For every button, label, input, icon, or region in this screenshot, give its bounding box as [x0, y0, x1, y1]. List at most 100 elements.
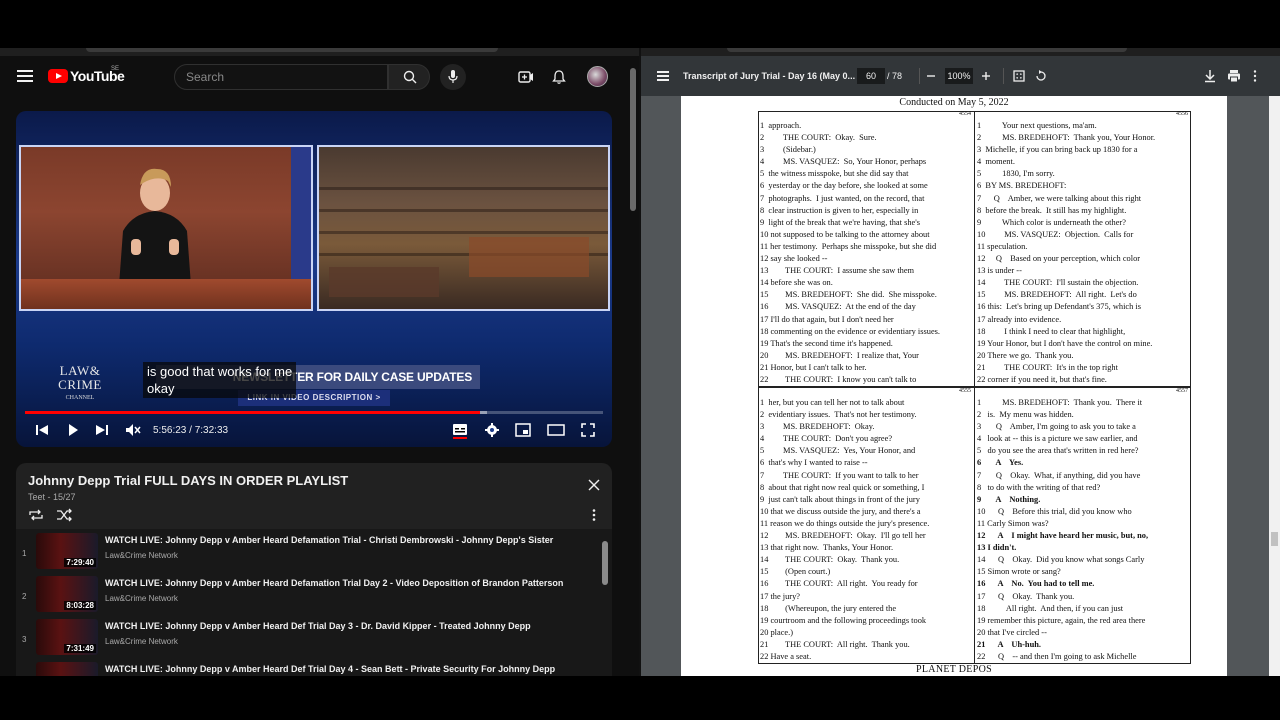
youtube-play-icon — [48, 69, 68, 83]
print-icon[interactable] — [1227, 69, 1241, 83]
transcript-line: 19 Your Honor, but I don't have the cont… — [977, 338, 1153, 348]
bell-icon[interactable] — [551, 69, 567, 85]
transcript-line: 6 that's why I wanted to raise -- — [760, 458, 868, 468]
create-icon[interactable] — [518, 69, 534, 85]
video-title[interactable]: WATCH LIVE: Johnny Depp v Amber Heard De… — [105, 664, 555, 674]
avatar[interactable] — [587, 66, 608, 87]
video-duration: 8:03:28 — [64, 601, 96, 610]
transcript-line: 6 yesterday or the day before, she looke… — [760, 181, 928, 191]
playlist-title[interactable]: Johnny Depp Trial FULL DAYS IN ORDER PLA… — [28, 473, 348, 488]
progress-bar[interactable] — [25, 411, 603, 414]
voice-search-button[interactable] — [440, 64, 466, 90]
more-options-icon[interactable] — [591, 508, 597, 522]
transcript-line: 14 before she was on. — [760, 278, 833, 288]
channel-name[interactable]: Law&Crime Network — [105, 637, 178, 646]
close-icon[interactable] — [588, 479, 600, 491]
left-window-tabstrip — [0, 48, 639, 56]
fit-page-icon[interactable] — [1012, 69, 1026, 83]
video-title[interactable]: WATCH LIVE: Johnny Depp v Amber Heard De… — [105, 621, 531, 631]
play-icon[interactable] — [65, 419, 81, 441]
transcript-line: 7 Q Amber, we were talking about this ri… — [977, 193, 1142, 203]
video-thumbnail[interactable]: 7:29:40 — [36, 533, 98, 569]
channel-name[interactable]: Law&Crime Network — [105, 594, 178, 603]
transcript-line: 21 THE COURT: All right. Thank you. — [760, 639, 910, 649]
mute-icon[interactable] — [125, 419, 141, 441]
transcript-line: 6 BY MS. BREDEHOFT: — [977, 181, 1067, 191]
transcript-line: 8 clear instruction is given to her, esp… — [760, 205, 919, 215]
page-total: / 78 — [887, 71, 903, 81]
playlist-subtitle[interactable]: Teet - 15/27 — [28, 492, 76, 502]
fullscreen-icon[interactable] — [581, 419, 595, 441]
shuffle-icon[interactable] — [56, 508, 72, 522]
transcript-line: 3 Q Amber, I'm going to ask you to take … — [977, 422, 1136, 432]
video-thumbnail[interactable] — [36, 662, 98, 676]
page-number-input[interactable]: 60 — [857, 68, 885, 84]
closed-caption: is good that works for me okay — [143, 362, 297, 398]
youtube-logo[interactable]: YouTube SE — [48, 66, 125, 84]
search-button[interactable] — [388, 64, 430, 90]
transcript-line: 11 her testimony. Perhaps she misspoke, … — [760, 241, 937, 251]
pdf-toolbar: Transcript of Jury Trial - Day 16 (May 0… — [641, 56, 1280, 96]
miniplayer-icon[interactable] — [515, 419, 531, 441]
transcript-page-4554: 4554 1 approach. 2 THE COURT: Okay. Sure. 3… — [758, 111, 974, 389]
transcript-line: 14 Q Okay. Did you know what songs Carly — [977, 555, 1145, 565]
menu-icon[interactable] — [657, 71, 669, 81]
playlist-item[interactable]: 1 7:29:40 WATCH LIVE: Johnny Depp v Ambe… — [16, 531, 602, 573]
transcript-line: 1 her, but you can tell her not to talk … — [760, 398, 905, 407]
zoom-in-icon[interactable] — [979, 69, 993, 83]
pdf-scrollbar[interactable] — [1269, 96, 1280, 676]
previous-icon[interactable] — [34, 419, 50, 441]
search-input[interactable]: Search — [174, 64, 388, 90]
settings-icon[interactable] — [484, 419, 500, 441]
video-thumbnail[interactable]: 8:03:28 — [36, 576, 98, 612]
rotate-icon[interactable] — [1034, 69, 1048, 83]
pdf-viewer-window: Transcript of Jury Trial - Day 16 (May 0… — [641, 56, 1280, 676]
transcript-line: 16 THE COURT: All right. You ready for — [760, 579, 918, 589]
transcript-line: 5 MS. VASQUEZ: Yes, Your Honor, and — [760, 446, 916, 456]
transcript-line: 22 Q -- and then I'm going to ask Michel… — [977, 651, 1137, 661]
youtube-header: YouTube SE Search — [0, 56, 628, 98]
playlist-item[interactable]: 3 7:31:49 WATCH LIVE: Johnny Depp v Ambe… — [16, 617, 602, 659]
transcript-line: 10 that we discuss outside the jury, and… — [760, 506, 921, 516]
transcript-line: 11 speculation. — [977, 241, 1028, 251]
transcript-line: 11 reason we do things outside the jury'… — [760, 518, 930, 528]
subtitles-icon[interactable] — [452, 419, 468, 441]
channel-name[interactable]: Law&Crime Network — [105, 551, 178, 560]
menu-icon[interactable] — [17, 70, 33, 82]
playlist-item[interactable]: 2 8:03:28 WATCH LIVE: Johnny Depp v Ambe… — [16, 574, 602, 616]
transcript-line: 15 MS. BREDEHOFT: All right. Let's do — [977, 290, 1137, 300]
playlist-item[interactable]: 4 WATCH LIVE: Johnny Depp v Amber Heard … — [16, 660, 602, 676]
transcript-line: 12 MS. BREDEHOFT: Okay. I'll go tell her — [760, 531, 926, 541]
playlist-items: 1 7:29:40 WATCH LIVE: Johnny Depp v Ambe… — [16, 529, 612, 676]
video-thumbnail[interactable]: 7:31:49 — [36, 619, 98, 655]
video-title[interactable]: WATCH LIVE: Johnny Depp v Amber Heard De… — [105, 578, 563, 588]
page-scrollbar[interactable] — [629, 60, 637, 676]
youtube-window: YouTube SE Search LAW& CRIME CHANNEL NEW… — [0, 56, 639, 676]
download-icon[interactable] — [1203, 69, 1217, 83]
transcript-line: 3 MS. BREDEHOFT: Okay. — [760, 422, 875, 432]
transcript-line: 12 A I might have heard her music, but, … — [977, 531, 1149, 541]
more-actions-icon[interactable] — [1252, 69, 1258, 83]
loop-icon[interactable] — [28, 508, 44, 522]
transcript-line: 9 light of the break that we're having, … — [760, 217, 921, 227]
theater-mode-icon[interactable] — [547, 419, 565, 441]
transcript-line: 21 THE COURT: It's in the top right — [977, 362, 1118, 372]
video-player[interactable]: LAW& CRIME CHANNEL NEWSLETTER FOR DAILY … — [16, 111, 612, 447]
next-icon[interactable] — [94, 419, 110, 441]
transcript-line: 7 photographs. I just wanted, on the rec… — [760, 193, 925, 203]
transcript-line: 9 just can't talk about things in front … — [760, 494, 920, 504]
transcript-page-number: 4556 — [1176, 111, 1188, 117]
transcript-line: 2 THE COURT: Okay. Sure. — [760, 133, 877, 143]
transcript-line: 2 MS. BREDEHOFT: Thank you, Your Honor. — [977, 133, 1156, 143]
video-title[interactable]: WATCH LIVE: Johnny Depp v Amber Heard De… — [105, 535, 553, 545]
zoom-out-icon[interactable] — [924, 69, 938, 83]
playlist-item-index: 2 — [22, 592, 27, 601]
transcript-line: 21 A Uh-huh. — [977, 639, 1041, 649]
transcript-line: 8 to do with the writing of that red? — [977, 482, 1101, 492]
transcript-line: 18 I think I need to clear that highligh… — [977, 326, 1126, 336]
os-bottom-bar — [0, 676, 1280, 720]
transcript-line: 9 Which color is underneath the other? — [977, 217, 1126, 227]
playlist-scrollbar[interactable] — [601, 529, 609, 676]
zoom-input[interactable]: 100% — [945, 68, 973, 84]
transcript-line: 8 before the break. It still has my high… — [977, 205, 1127, 215]
